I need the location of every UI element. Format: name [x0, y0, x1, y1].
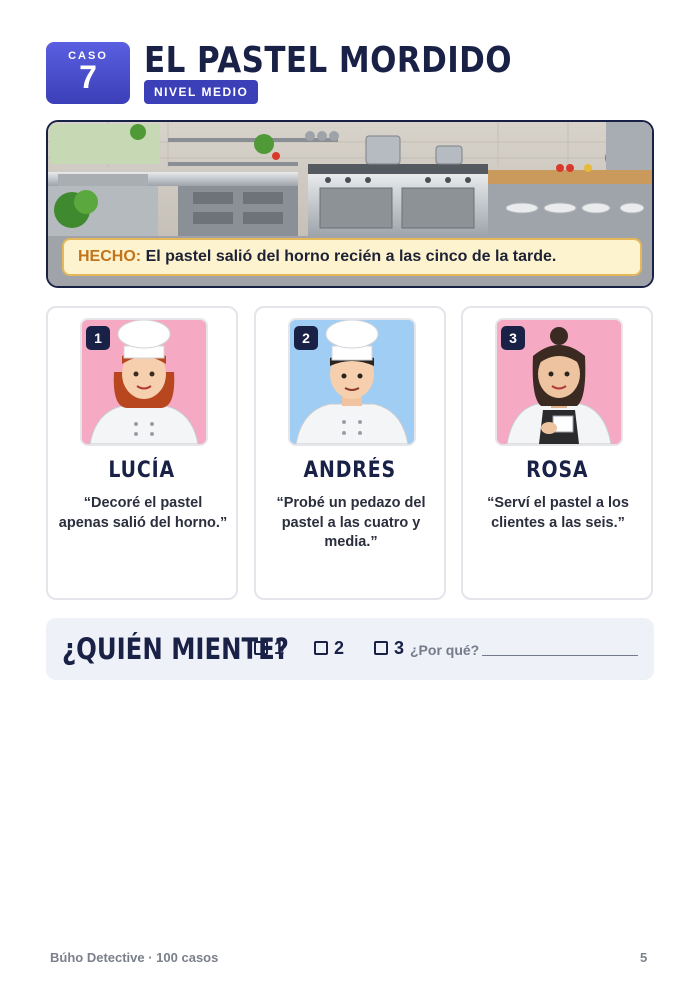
suspect-card-2: 2 ANDRÉS “Probé un pedazo del pastel a l… — [254, 306, 446, 600]
suspect-card-3: 3 ROSA “Serví el pastel a los clientes a… — [461, 306, 653, 600]
suspect-quote: “Decoré el pastel apenas salió del horno… — [58, 495, 228, 531]
level-badge: NIVEL MEDIO — [144, 80, 259, 104]
fact-text: El pastel salió del horno recién a las c… — [145, 248, 557, 265]
case-number: 7 — [79, 59, 97, 95]
kitchen-scene: HECHO: El pastel salió del horno recién … — [46, 120, 654, 288]
checkbox-icon[interactable] — [254, 641, 268, 655]
suspect-number-badge: 2 — [294, 326, 318, 350]
fact-label: HECHO: — [78, 248, 142, 265]
page-number: 5 — [640, 950, 648, 965]
page-title: EL PASTEL MORDIDO — [144, 40, 513, 81]
case-badge: CASO 7 — [46, 42, 130, 104]
answer-option-2[interactable]: 2 — [314, 638, 344, 659]
suspect-name: ANDRÉS — [303, 458, 397, 483]
suspect-quote: “Probé un pedazo del pastel a las cuatro… — [276, 495, 426, 550]
suspect-portrait: 3 — [495, 318, 623, 446]
answer-option-1[interactable]: 1 — [254, 638, 284, 659]
footer-book-title: Búho Detective · 100 casos — [50, 950, 219, 965]
checkbox-icon[interactable] — [374, 641, 388, 655]
answer-option-3[interactable]: 3 — [374, 638, 404, 659]
why-answer-line[interactable] — [482, 655, 638, 656]
checkbox-icon[interactable] — [314, 641, 328, 655]
suspect-portrait: 1 — [80, 318, 208, 446]
suspect-name: LUCÍA — [108, 458, 176, 483]
suspect-number-badge: 3 — [501, 326, 525, 350]
suspect-quote: “Serví el pastel a los clientes a las se… — [487, 495, 629, 531]
suspect-number-badge: 1 — [86, 326, 110, 350]
suspect-name: ROSA — [525, 458, 589, 483]
answer-section: ¿QUIÉN MIENTE? 1 2 3 ¿Por qué? — [46, 618, 654, 680]
suspect-portrait: 2 — [288, 318, 416, 446]
suspect-card-1: 1 LUCÍA “Decoré el pastel apenas salió d… — [46, 306, 238, 600]
fact-box: HECHO: El pastel salió del horno recién … — [62, 238, 642, 276]
why-label: ¿Por qué? — [410, 642, 480, 658]
